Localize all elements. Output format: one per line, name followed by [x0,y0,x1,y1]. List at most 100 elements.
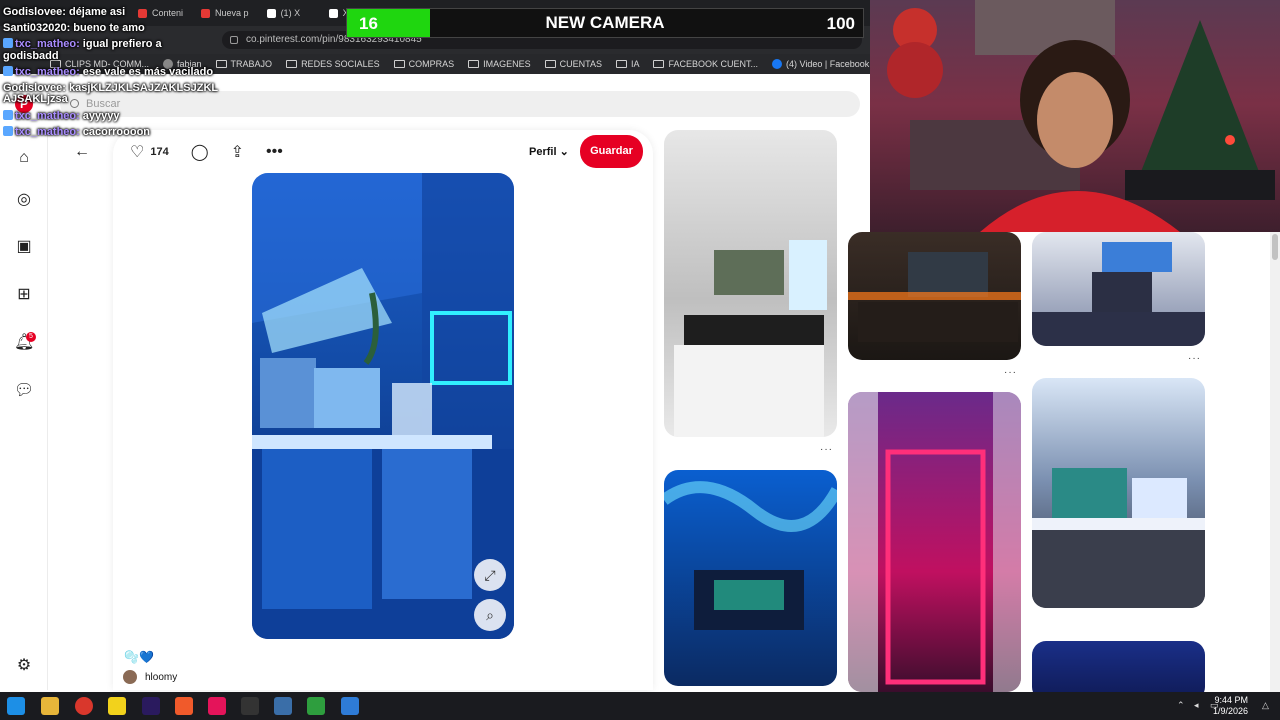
chat-username: txc_matheo: [15,38,80,50]
chat-text: déjame asi [68,6,126,18]
messages-icon[interactable]: 💬︎ [14,381,34,401]
bookmark-item[interactable]: IA [615,59,640,69]
comment-button[interactable]: ◯ [191,142,209,162]
bookmark-item[interactable]: CUENTAS [544,59,602,69]
related-pin[interactable] [664,470,837,686]
windows-taskbar: ⌃ ◂ ▭ 9:44 PM 1/9/2026 △ [0,692,1280,720]
chrome-icon[interactable] [75,697,93,715]
chat-badge-icon [3,126,13,136]
facebook-icon [772,59,783,69]
streaming-app-icon[interactable] [341,697,359,715]
photos-icon[interactable] [274,697,292,715]
left-nav-rail: ⌂ ◎ ▣ ⊞ 🔔︎ 💬︎ ⚙ [0,130,48,690]
stream-goal-bar: NEW CAMERA 16 100 [346,8,864,38]
bookmark-label: IA [630,59,640,69]
tiktok-icon[interactable] [208,697,226,715]
share-button[interactable]: ⇪ [231,142,244,162]
chat-message: Santi032020: bueno te amo [3,21,218,35]
goal-count: 16 [359,14,378,33]
folder-icon [615,60,627,68]
profile-dropdown[interactable]: Perfil ⌄ [529,145,569,158]
related-pin[interactable] [848,232,1021,360]
bookmark-label: REDES SOCIALES [301,59,380,69]
bookmark-item[interactable]: (4) Video | Facebook [772,59,869,69]
related-pin[interactable] [1032,378,1205,608]
explore-compass-icon[interactable]: ◎ [14,190,34,210]
stream-chat-overlay: Godislovee: déjame asi Santi032020: bueno t… [3,6,218,143]
folder-icon [544,60,556,68]
chat-text: cacorroooon [82,126,151,138]
chat-badge-icon [3,38,13,48]
more-options-button[interactable]: ••• [266,143,283,161]
bookmark-label: TRABAJO [230,59,273,69]
premiere-icon[interactable] [142,697,160,715]
boards-icon[interactable]: ▣ [14,237,34,257]
settings-gear-icon[interactable]: ⚙ [14,656,34,676]
folder-icon [653,60,665,68]
bookmark-label: FACEBOOK CUENT... [668,59,759,69]
related-pin-image [664,481,837,630]
chat-text: ayyyyy [82,109,120,122]
goal-target: 100 [826,14,855,33]
tray-chevron-icon[interactable]: ⌃ [1177,700,1187,710]
pin-main-image[interactable]: ⤢ ⌕ [252,173,514,639]
related-pin[interactable] [664,130,837,437]
comment-icon: ◯ [190,144,209,161]
tab-favicon-icon [266,8,276,18]
lock-icon [230,36,238,44]
author-name: hloomy [145,671,178,683]
speaker-icon[interactable]: ◂ [1194,700,1204,710]
brave-icon[interactable] [175,697,193,715]
file-explorer-icon[interactable] [41,697,59,715]
bookmark-item[interactable]: FACEBOOK CUENT... [653,59,758,69]
start-icon[interactable] [7,697,25,715]
browser-tab[interactable]: (1) X [259,2,319,24]
bookmark-label: CUENTAS [559,59,602,69]
related-pin[interactable] [848,392,1021,692]
share-icon: ⇪ [230,144,245,161]
more-dots-icon: ••• [266,143,283,160]
chat-username: txc_matheo: [15,109,80,122]
media-player-icon[interactable] [307,697,325,715]
back-arrow-icon[interactable]: ← [74,143,90,161]
chat-text: ese vale es más vacilado [82,66,214,78]
chevron-down-icon: ⌄ [559,146,569,158]
chat-text: bueno te amo [73,21,145,34]
bookmark-item[interactable]: TRABAJO [215,59,273,69]
bookmark-item[interactable]: REDES SOCIALES [286,59,380,69]
chat-username: Godislovee: [3,81,66,94]
chat-username: txc_matheo: [15,66,80,78]
notification-bell-icon[interactable]: △ [1262,700,1272,710]
chat-username: txc_matheo: [15,126,80,138]
epic-games-icon[interactable] [241,697,259,715]
folder-icon [393,60,405,68]
scrollbar-thumb[interactable] [1272,234,1278,260]
pin-author[interactable]: hloomy [123,670,177,684]
bookmark-item[interactable]: COMPRAS [393,59,454,69]
expand-icon[interactable]: ⤢ [474,559,506,591]
bookmark-item[interactable]: IMAGENES [468,59,531,69]
related-pin[interactable] [1032,232,1205,346]
like-button[interactable]: ♡ 174 [130,142,169,162]
chat-message: Godislovee: déjame asi [3,6,218,19]
folder-icon [286,60,298,68]
sticky-notes-icon[interactable] [108,697,126,715]
related-pin-image [1032,242,1205,346]
save-button[interactable]: Guardar [580,135,643,168]
taskbar-clock[interactable]: 9:44 PM 1/9/2026 [1213,695,1248,717]
clock-time: 9:44 PM [1214,695,1248,705]
create-icon[interactable]: ⊞ [14,285,34,305]
pin-more-icon[interactable]: ··· [1188,353,1201,364]
chat-message: txc_matheo: igual prefiero a godisbadd [3,38,218,62]
chat-username: Santi032020: [3,21,71,34]
pin-more-icon[interactable]: ··· [820,444,833,455]
pin-description-emojis: 🫧💙 [124,650,154,664]
tab-label: (1) X [280,8,301,18]
chat-message: txc_matheo: ayyyyy [3,109,218,123]
pin-more-icon[interactable]: ··· [1004,367,1017,378]
page-scrollbar[interactable] [1270,232,1280,692]
chat-username: Godislovee: [3,6,66,18]
visual-search-icon[interactable]: ⌕ [474,599,506,631]
home-icon[interactable]: ⌂ [14,148,34,168]
like-count: 174 [150,146,169,158]
